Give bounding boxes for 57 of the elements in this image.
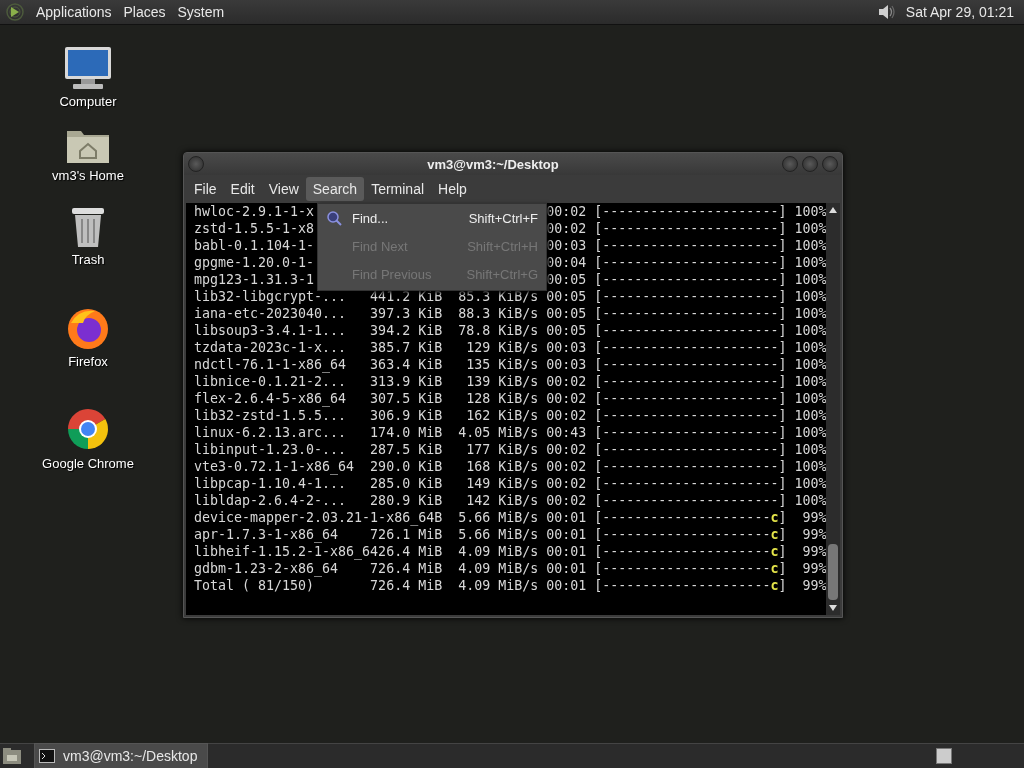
terminal-line: libinput-1.23.0-... 287.5 KiB 177 KiB/s 00:02 [----------------------] 100% (194, 441, 827, 458)
computer-icon[interactable] (63, 45, 113, 91)
terminal-line: linux-6.2.13.arc... 174.0 MiB 4.05 MiB/s 00:43 [----------------------] 100% (194, 424, 827, 441)
search-icon (326, 210, 342, 226)
panel-menu[interactable]: Applications (32, 4, 116, 20)
terminal-line: babl-0.1.104-1- (194, 238, 315, 253)
terminal-line: 00:04 [----------------------] 100% (546, 254, 827, 271)
terminal-line: libheif-1.15.2-1-x86_6426.4 MiB 4.09 MiB/s 00:01 [---------------------c] 99% (194, 543, 827, 560)
menu-item[interactable]: Find... Shift+Ctrl+F (318, 204, 546, 232)
terminal-line: mpg123-1.31.3-1 (194, 272, 315, 287)
terminal-line: libpcap-1.10.4-1... 285.0 KiB 149 KiB/s 00:02 [----------------------] 100% (194, 475, 827, 492)
play-logo-icon[interactable] (6, 3, 24, 21)
desktop-icon-label[interactable]: Google Chrome (42, 456, 134, 471)
taskbar-button[interactable]: vm3@vm3:~/Desktop (34, 743, 209, 768)
scrollbar-thumb[interactable] (828, 544, 839, 600)
terminal-line: Total ( 81/150) 726.4 MiB 4.09 MiB/s 00:01 [---------------------c] 99% (194, 577, 827, 594)
terminal-line: libldap-2.6.4-2-... 280.9 KiB 142 KiB/s 00:02 [----------------------] 100% (194, 492, 827, 509)
menu-item[interactable]: Terminal (364, 177, 432, 201)
desktop-icon-label[interactable]: vm3's Home (52, 168, 124, 183)
terminal-line: tzdata-2023c-1-x... 385.7 KiB 129 KiB/s 00:03 [----------------------] 100% (194, 339, 827, 356)
clock[interactable]: Sat Apr 29, 01:21 (899, 4, 1018, 20)
scroll-down-icon[interactable] (828, 604, 839, 612)
terminal-line: flex-2.6.4-5-x86_64 307.5 KiB 128 KiB/s 00:02 [----------------------] 100% (194, 390, 827, 407)
desktop-icon-label[interactable]: Computer (59, 94, 117, 109)
terminal-line: 00:03 [----------------------] 100% (546, 237, 827, 254)
desktop-icon-label[interactable]: Firefox (68, 354, 108, 369)
terminal-line: 00:02 [----------------------] 100% (546, 203, 827, 220)
terminal-line: gdbm-1.23-2-x86_64 726.4 MiB 4.09 MiB/s 00:01 [---------------------c] 99% (194, 560, 827, 577)
terminal-line: vte3-0.72.1-1-x86_64 290.0 KiB 168 KiB/s 00:02 [----------------------] 100% (194, 458, 827, 475)
scroll-up-icon[interactable] (828, 206, 839, 214)
menu-item[interactable]: Help (431, 177, 474, 201)
trash-icon[interactable] (69, 205, 107, 249)
scrollbar[interactable] (826, 203, 840, 615)
menu-item[interactable]: Edit (223, 177, 262, 201)
panel-menu[interactable]: Places (119, 4, 170, 20)
terminal-line: lib32-libgcrypt-... 441.2 KiB 85.3 KiB/s 00:05 [----------------------] 100% (194, 288, 827, 305)
menu-item[interactable]: View (261, 177, 306, 201)
terminal-line: iana-etc-2023040... 397.3 KiB 88.3 KiB/s 00:05 [----------------------] 100% (194, 305, 827, 322)
terminal-icon (39, 749, 55, 763)
terminal-line: ndctl-76.1-1-x86_64 363.4 KiB 135 KiB/s 00:03 [----------------------] 100% (194, 356, 827, 373)
terminal-line: lib32-zstd-1.5.5... 306.9 KiB 162 KiB/s 00:02 [----------------------] 100% (194, 407, 827, 424)
terminal-line: 00:02 [----------------------] 100% (546, 220, 827, 237)
desktop-icon-label[interactable]: Trash (71, 252, 105, 267)
terminal-line: zstd-1.5.5-1-x8 (194, 221, 315, 236)
workspace-switcher[interactable] (936, 748, 952, 764)
terminal-line: libnice-0.1.21-2... 313.9 KiB 139 KiB/s 00:02 [----------------------] 100% (194, 373, 827, 390)
terminal-line: device-mapper-2.03.21-1-x86_64B 5.66 MiB/s 00:01 [---------------------c] 99% (194, 509, 827, 526)
show-desktop-icon[interactable] (2, 747, 22, 765)
terminal-line: hwloc-2.9.1-1-x (194, 204, 315, 219)
terminal-line: 00:05 [----------------------] 100% (546, 271, 827, 288)
terminal-line: libsoup3-3.4.1-1... 394.2 KiB 78.8 KiB/s 00:05 [----------------------] 100% (194, 322, 827, 339)
menu-item[interactable]: Search (305, 177, 365, 201)
terminal-line: apr-1.7.3-1-x86_64 726.1 MiB 5.66 MiB/s 00:01 [---------------------c] 99% (194, 526, 827, 543)
menu-item[interactable]: File (187, 177, 224, 201)
terminal-line: gpgme-1.20.0-1- (194, 255, 315, 270)
panel-menu[interactable]: System (173, 4, 229, 20)
window-title: vm3@vm3:~/Desktop (426, 156, 560, 172)
